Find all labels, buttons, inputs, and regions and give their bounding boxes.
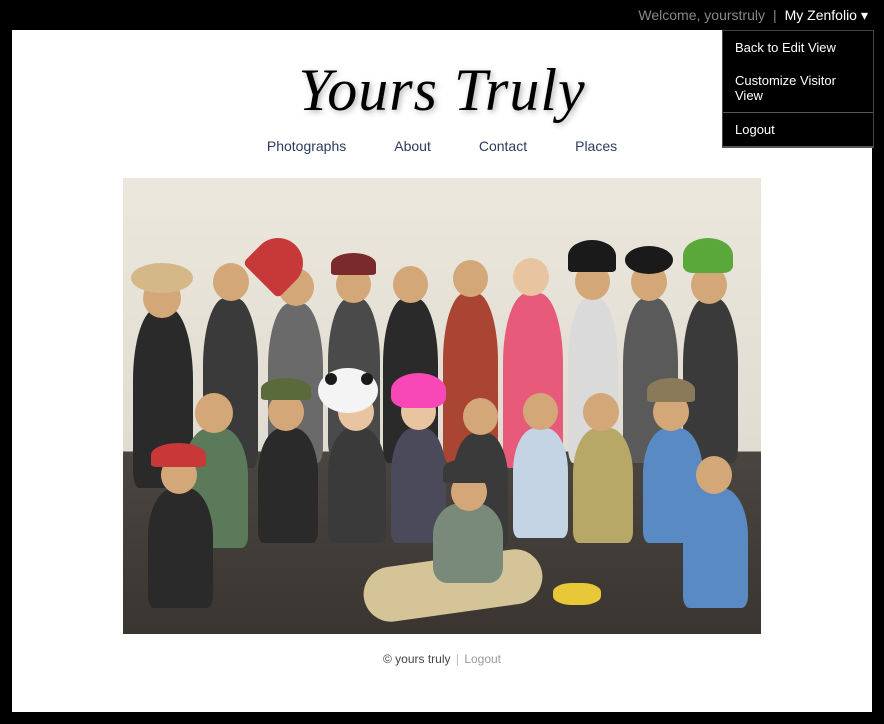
nav-about[interactable]: About xyxy=(394,138,431,154)
dropdown-logout[interactable]: Logout xyxy=(723,113,873,146)
nav-contact[interactable]: Contact xyxy=(479,138,527,154)
my-zenfolio-label: My Zenfolio xyxy=(785,7,857,23)
footer: © yours truly | Logout xyxy=(383,652,501,666)
nav-photographs[interactable]: Photographs xyxy=(267,138,346,154)
footer-logout[interactable]: Logout xyxy=(464,652,501,666)
top-bar: Welcome, yourstruly | My Zenfolio ▾ xyxy=(0,0,884,30)
main-photograph xyxy=(123,178,761,634)
welcome-text: Welcome, yourstruly xyxy=(638,7,765,23)
zenfolio-dropdown: Back to Edit View Customize Visitor View… xyxy=(722,30,874,148)
nav-places[interactable]: Places xyxy=(575,138,617,154)
main-nav: Photographs About Contact Places xyxy=(267,138,617,154)
site-title: Yours Truly xyxy=(298,60,585,120)
my-zenfolio-menu[interactable]: My Zenfolio ▾ xyxy=(785,7,868,24)
footer-separator: | xyxy=(456,652,459,666)
chevron-down-icon: ▾ xyxy=(861,7,868,24)
topbar-separator: | xyxy=(773,7,777,23)
dropdown-customize-visitor[interactable]: Customize Visitor View xyxy=(723,64,873,112)
dropdown-back-to-edit[interactable]: Back to Edit View xyxy=(723,31,873,64)
footer-copyright: © yours truly xyxy=(383,652,451,666)
